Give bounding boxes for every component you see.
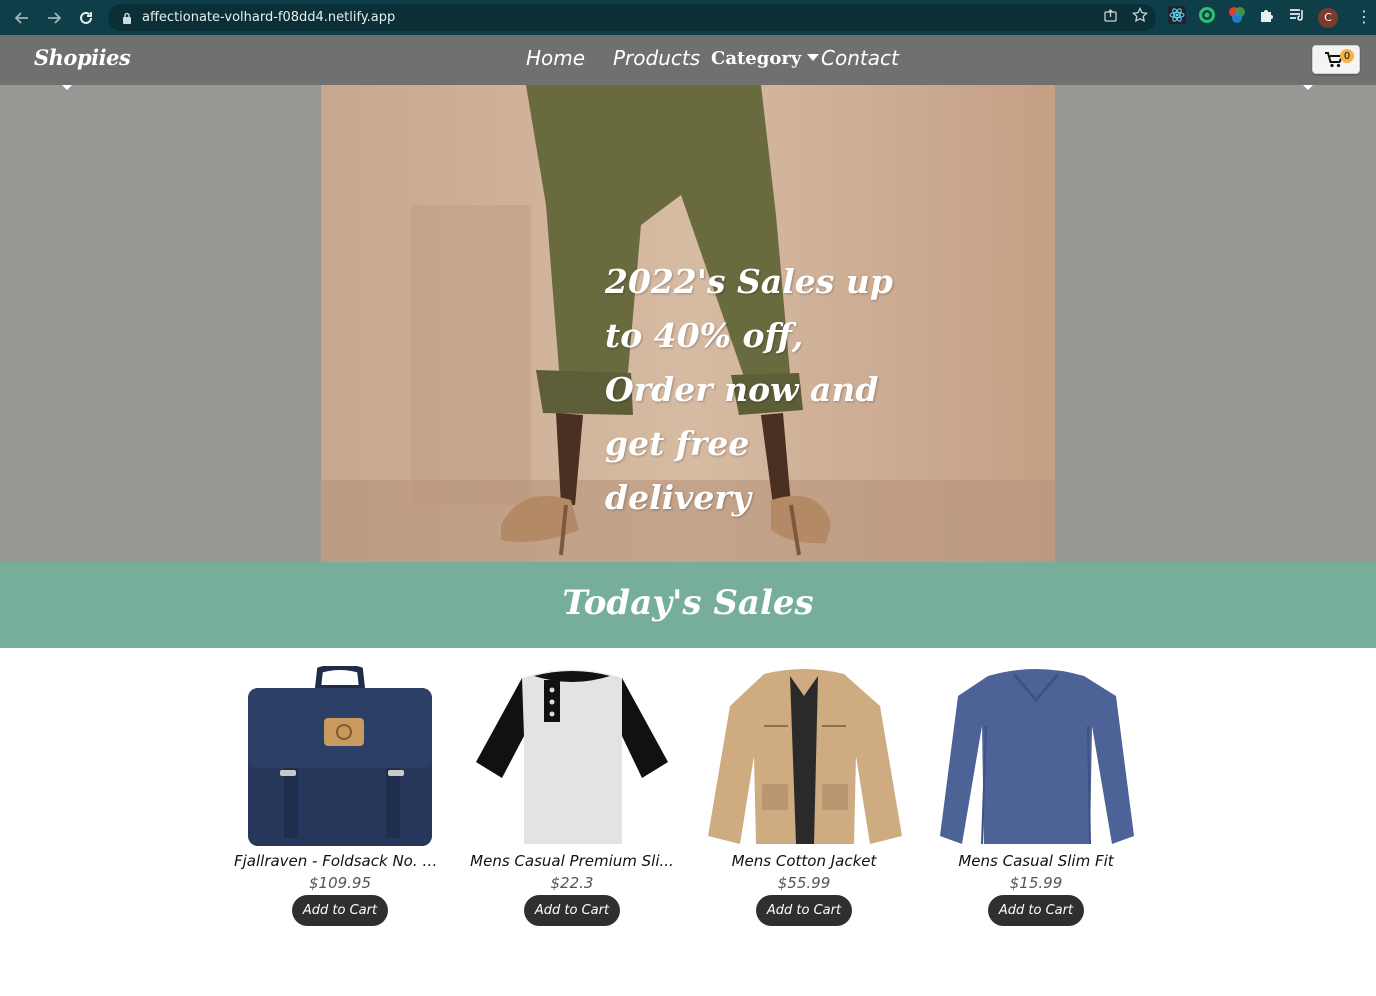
- extension-green-icon[interactable]: [1198, 6, 1216, 29]
- product-card: Mens Cotton Jacket $55.99 Add to Cart: [698, 666, 910, 926]
- media-queue-icon[interactable]: [1288, 6, 1306, 29]
- product-grid: Fjallraven - Foldsack No. 1... $109.95 A…: [0, 648, 1376, 996]
- product-name[interactable]: Mens Cotton Jacket: [698, 852, 910, 870]
- product-image-henley[interactable]: [472, 666, 672, 850]
- site-navbar: Shopiies Home Products Category Contact …: [0, 35, 1376, 85]
- color-picker-icon[interactable]: [1228, 6, 1246, 29]
- product-price: $22.3: [550, 874, 594, 892]
- product-name[interactable]: Mens Casual Slim Fit: [930, 852, 1142, 870]
- star-icon[interactable]: [1131, 6, 1149, 28]
- add-to-cart-button[interactable]: Add to Cart: [988, 895, 1084, 926]
- product-price: $55.99: [777, 874, 831, 892]
- cart-count-badge: 0: [1340, 49, 1354, 63]
- hero-title: 2022's Sales up to 40% off, Order now an…: [605, 262, 893, 517]
- more-icon[interactable]: ⋮: [1356, 9, 1372, 25]
- address-bar[interactable]: affectionate-volhard-f08dd4.netlify.app: [108, 4, 1156, 31]
- product-image-backpack[interactable]: [240, 664, 440, 850]
- add-to-cart-button[interactable]: Add to Cart: [524, 895, 620, 926]
- react-devtools-icon[interactable]: [1168, 6, 1186, 29]
- url-text: affectionate-volhard-f08dd4.netlify.app: [142, 10, 396, 25]
- product-name[interactable]: Mens Casual Premium Sli...: [466, 852, 678, 870]
- browser-toolbar: affectionate-volhard-f08dd4.netlify.app …: [0, 0, 1376, 35]
- product-card: Fjallraven - Foldsack No. 1... $109.95 A…: [234, 664, 446, 926]
- add-to-cart-button[interactable]: Add to Cart: [292, 895, 388, 926]
- hero-carousel: 2022's Sales up to 40% off, Order now an…: [0, 85, 1376, 562]
- add-to-cart-button[interactable]: Add to Cart: [756, 895, 852, 926]
- cart-button[interactable]: 0: [1312, 45, 1360, 74]
- nav-products[interactable]: Products: [613, 46, 700, 70]
- sales-heading: Today's Sales: [562, 583, 814, 623]
- nav-contact[interactable]: Contact: [821, 46, 899, 70]
- reload-icon[interactable]: [70, 0, 102, 35]
- product-card: Mens Casual Slim Fit $15.99 Add to Cart: [930, 666, 1142, 926]
- sales-banner: Today's Sales: [0, 562, 1376, 648]
- product-price: $109.95: [308, 874, 372, 892]
- caret-down-icon: [807, 53, 820, 61]
- nav-home[interactable]: Home: [526, 46, 585, 70]
- forward-icon[interactable]: [38, 0, 70, 35]
- product-image-tshirt[interactable]: [936, 666, 1136, 850]
- nav-category[interactable]: Category: [711, 48, 820, 69]
- share-icon[interactable]: [1103, 8, 1118, 28]
- carousel-next-icon[interactable]: [1303, 85, 1313, 90]
- product-card: Mens Casual Premium Sli... $22.3 Add to …: [466, 666, 678, 926]
- lock-icon: [120, 12, 134, 24]
- product-price: $15.99: [1009, 874, 1063, 892]
- carousel-prev-icon[interactable]: [62, 85, 72, 90]
- puzzle-icon[interactable]: [1258, 6, 1276, 29]
- profile-avatar[interactable]: C: [1318, 7, 1338, 28]
- back-icon[interactable]: [6, 0, 38, 35]
- product-name[interactable]: Fjallraven - Foldsack No. 1...: [234, 852, 446, 870]
- product-image-jacket[interactable]: [704, 666, 904, 850]
- nav-category-label: Category: [711, 48, 802, 69]
